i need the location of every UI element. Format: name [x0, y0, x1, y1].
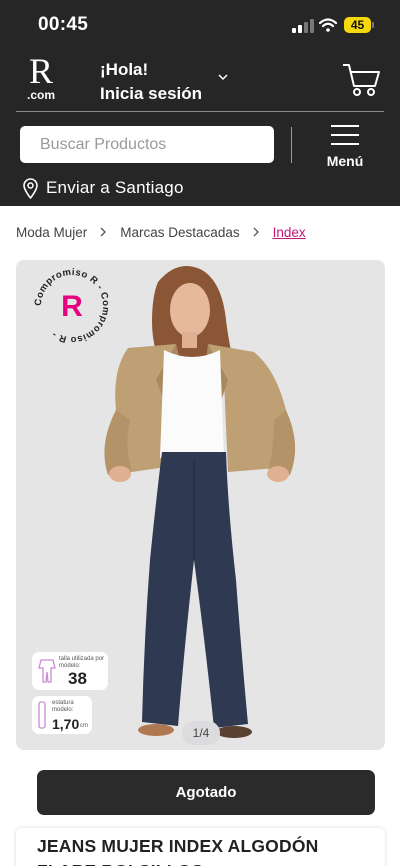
product-title: JEANS MUJER INDEX ALGODÓN FLARE BOLSILLO… [37, 836, 319, 866]
location-text: Enviar a Santiago [46, 178, 184, 197]
battery-level: 45 [344, 17, 371, 33]
site-logo[interactable]: R .com [24, 51, 58, 102]
account-menu[interactable]: ¡Hola! Inicia sesión [100, 58, 202, 106]
hamburger-icon [331, 125, 359, 145]
image-counter: 1/4 [182, 721, 220, 745]
site-header: R .com ¡Hola! Inicia sesión Menú [0, 50, 400, 206]
logo-domain: .com [26, 88, 55, 102]
size-label: talla utilizada por modelo: [59, 656, 105, 669]
model-size-badge: talla utilizada por modelo: 38 [32, 652, 108, 690]
cellular-signal-icon [292, 19, 314, 33]
login-link: Inicia sesión [100, 84, 203, 103]
sold-out-button[interactable]: Agotado [37, 770, 375, 815]
breadcrumb-item[interactable]: Moda Mujer [16, 225, 87, 240]
search-input[interactable] [20, 126, 274, 163]
chevron-right-icon [253, 227, 259, 237]
product-page: 00:45 45 R .com ¡Hola! Inicia sesión Bus… [0, 0, 400, 866]
location-pin-icon [23, 178, 38, 199]
search-menu-divider [291, 127, 292, 163]
size-value: 38 [68, 669, 87, 688]
greeting-text: ¡Hola! [100, 60, 149, 79]
breadcrumb: Moda Mujer Marcas Destacadas Index [16, 221, 306, 243]
wifi-icon [319, 18, 337, 32]
status-bar: 00:45 45 [0, 0, 400, 50]
logo-letter: R [28, 51, 53, 91]
status-time: 00:45 [38, 14, 89, 35]
compromiso-r-badge: Compromiso R - Compromiso R - R [33, 267, 111, 345]
height-value: 1,70 [52, 716, 80, 732]
header-divider [16, 111, 384, 112]
cart-icon[interactable] [341, 62, 381, 98]
breadcrumb-current[interactable]: Index [273, 225, 306, 240]
ruler-icon [38, 701, 46, 729]
delivery-location[interactable]: Enviar a Santiago [22, 176, 184, 200]
menu-button[interactable]: Menú [318, 122, 372, 174]
chevron-right-icon [100, 227, 107, 237]
height-unit: cm [80, 723, 88, 729]
menu-label: Menú [326, 153, 364, 169]
badge-letter: R [61, 290, 83, 323]
battery-icon: 45 [344, 17, 374, 33]
clothing-size-icon [38, 659, 56, 683]
chevron-down-icon[interactable] [218, 72, 228, 82]
height-label: estatura modelo: [52, 700, 74, 713]
product-image-carousel[interactable]: Compromiso R - Compromiso R - R talla ut… [16, 260, 385, 750]
model-height-badge: estatura modelo: 1,70 cm [32, 696, 92, 734]
breadcrumb-item[interactable]: Marcas Destacadas [120, 225, 239, 240]
product-title-card: JEANS MUJER INDEX ALGODÓN FLARE BOLSILLO… [16, 828, 385, 866]
